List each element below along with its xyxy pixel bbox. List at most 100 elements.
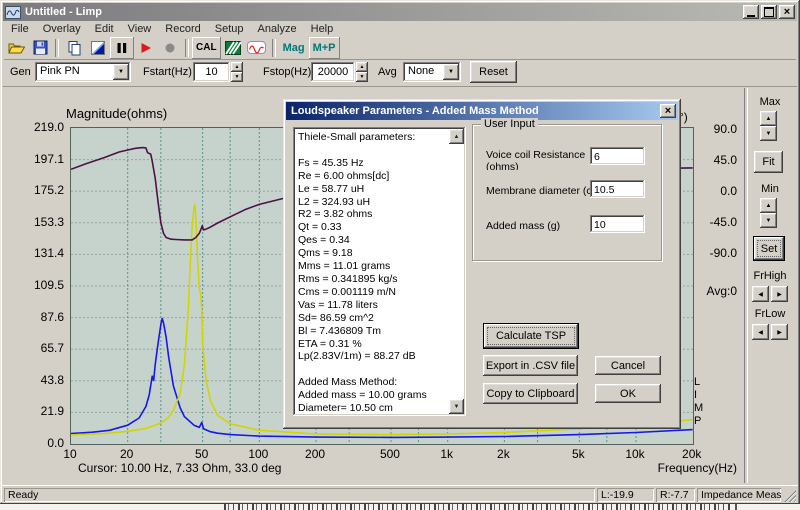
arrow-right-icon[interactable]: ▶ (771, 324, 788, 340)
menu-view[interactable]: View (121, 23, 159, 35)
cursor-readout: Cursor: 10.00 Hz, 7.33 Ohm, 33.0 deg (78, 461, 281, 475)
minimize-button[interactable] (743, 5, 759, 19)
title-bar[interactable]: Untitled - Limp × (3, 3, 797, 21)
avg-select[interactable]: None ▼ (403, 62, 461, 82)
gen-label: Gen (10, 66, 31, 78)
group-legend: User Input (481, 118, 538, 130)
tsp-report-line: Cms = 0.001119 m/N (298, 286, 448, 299)
chevron-down-icon[interactable]: ▼ (113, 64, 129, 80)
spin-down-icon[interactable]: ▼ (231, 72, 243, 82)
dialog-close-button[interactable]: × (660, 104, 676, 118)
tsp-report-line: Fs = 45.35 Hz (298, 157, 448, 170)
close-icon: × (665, 106, 671, 116)
cancel-button[interactable]: Cancel (595, 356, 661, 375)
set-button-label: Set (761, 243, 778, 255)
arrow-right-icon[interactable]: ▶ (771, 286, 788, 302)
limp-letter: I (694, 389, 697, 401)
menu-bar: FileOverlayEditViewRecordSetupAnalyzeHel… (4, 22, 796, 36)
menu-record[interactable]: Record (158, 23, 207, 35)
spin-up-icon[interactable]: ▲ (760, 111, 777, 126)
tsp-report-line: Re = 6.00 ohms[dc] (298, 170, 448, 183)
y-axis-tick-left: 87.6 (18, 310, 64, 324)
max-stepper[interactable]: ▲ ▼ (760, 111, 777, 141)
tsp-report-line: Added Mass Method: (298, 376, 448, 389)
copy-to-clipboard-button[interactable]: Copy to Clipboard (483, 383, 578, 404)
arrow-left-icon[interactable]: ◀ (752, 286, 769, 302)
ok-button[interactable]: OK (595, 384, 661, 403)
tsp-report-line: Qms = 9.18 (298, 247, 448, 260)
spin-down-icon[interactable]: ▼ (760, 213, 777, 228)
tsp-report-line: Added mass = 10.00 grams (298, 389, 448, 402)
menu-file[interactable]: File (4, 23, 36, 35)
fstop-stepper[interactable]: 20000 ▲▼ (311, 62, 368, 82)
fstart-value[interactable]: 10 (193, 62, 230, 82)
y-axis-tick-left: 65.7 (18, 341, 64, 355)
menu-analyze[interactable]: Analyze (250, 23, 303, 35)
min-stepper[interactable]: ▲ ▼ (760, 198, 777, 228)
background-window-sliver (0, 504, 800, 510)
play-icon[interactable] (134, 37, 158, 59)
pause-icon[interactable] (110, 37, 134, 59)
open-file-icon[interactable] (4, 37, 28, 59)
scroll-up-button[interactable]: ▲ (449, 129, 464, 144)
calibrate-button[interactable]: CAL (192, 37, 221, 59)
copy-icon[interactable] (62, 37, 86, 59)
tsp-report-line (298, 144, 448, 157)
membrane-diameter-field[interactable] (590, 180, 645, 198)
spin-up-icon[interactable]: ▲ (356, 62, 368, 72)
y-axis-tick-right: 0.0 (695, 184, 737, 198)
color-mode-icon[interactable] (86, 37, 110, 59)
x-axis-tick: 1k (427, 447, 467, 461)
voice-coil-resistance-field[interactable] (590, 147, 645, 165)
tsp-report-line: Lp(2.83V/1m) = 88.27 dB (298, 350, 448, 363)
menu-help[interactable]: Help (304, 23, 341, 35)
spin-down-icon[interactable]: ▼ (760, 126, 777, 141)
toolbar-separator (185, 39, 189, 57)
tsp-report-line: Vas = 11.78 liters (298, 299, 448, 312)
tsp-report-line: Qes = 0.34 (298, 234, 448, 247)
avg-label: Avg (378, 66, 397, 78)
menu-setup[interactable]: Setup (208, 23, 251, 35)
reset-button[interactable]: Reset (470, 61, 517, 83)
fit-button[interactable]: Fit (754, 151, 783, 173)
added-mass-field[interactable] (590, 215, 645, 233)
maximize-button[interactable] (761, 5, 777, 19)
window-title: Untitled - Limp (25, 6, 741, 18)
x-axis-tick: 100 (238, 447, 278, 461)
spin-up-icon[interactable]: ▲ (760, 198, 777, 213)
generator-sine-icon[interactable] (245, 37, 269, 59)
chevron-down-icon[interactable]: ▼ (443, 64, 459, 80)
x-axis-title: Frequency(Hz) (600, 461, 737, 475)
y-axis-tick-right: -45.0 (695, 215, 737, 229)
magnitude-view-button[interactable]: Mag (279, 37, 309, 59)
limp-letter: P (694, 415, 701, 427)
x-axis-tick: 500 (370, 447, 410, 461)
fstop-label: Fstop(Hz) (263, 66, 311, 78)
arrow-left-icon[interactable]: ◀ (752, 324, 769, 340)
spectrum-view-icon[interactable] (221, 37, 245, 59)
tsp-report-box[interactable]: Thiele-Small parameters: Fs = 45.35 HzRe… (293, 127, 466, 416)
save-icon[interactable] (28, 37, 52, 59)
tsp-report-line: Qt = 0.33 (298, 221, 448, 234)
fstart-stepper[interactable]: 10 ▲▼ (193, 62, 243, 82)
clipped-divider (735, 504, 737, 510)
tsp-report-line: Sd= 86.59 cm^2 (298, 312, 448, 325)
tsp-report-line: L2 = 324.93 uH (298, 196, 448, 209)
menu-edit[interactable]: Edit (88, 23, 121, 35)
menu-overlay[interactable]: Overlay (36, 23, 88, 35)
calculate-tsp-button[interactable]: Calculate TSP (484, 324, 578, 348)
close-button[interactable]: × (779, 5, 795, 19)
panel-separator (744, 88, 748, 483)
screen: Untitled - Limp × FileOverlayEditViewRec… (0, 0, 800, 510)
scroll-down-button[interactable]: ▼ (449, 399, 464, 414)
generator-select[interactable]: Pink PN ▼ (35, 62, 131, 82)
export-csv-button[interactable]: Export in .CSV file (483, 355, 578, 376)
fstop-value[interactable]: 20000 (311, 62, 355, 82)
set-button[interactable]: Set (754, 237, 784, 260)
spin-down-icon[interactable]: ▼ (356, 72, 368, 82)
resize-grip[interactable] (783, 489, 796, 502)
record-icon[interactable] (158, 37, 182, 59)
y-axis-tick-left: 153.3 (18, 215, 64, 229)
spin-up-icon[interactable]: ▲ (231, 62, 243, 72)
magnitude-phase-view-button[interactable]: M+P (309, 37, 340, 59)
